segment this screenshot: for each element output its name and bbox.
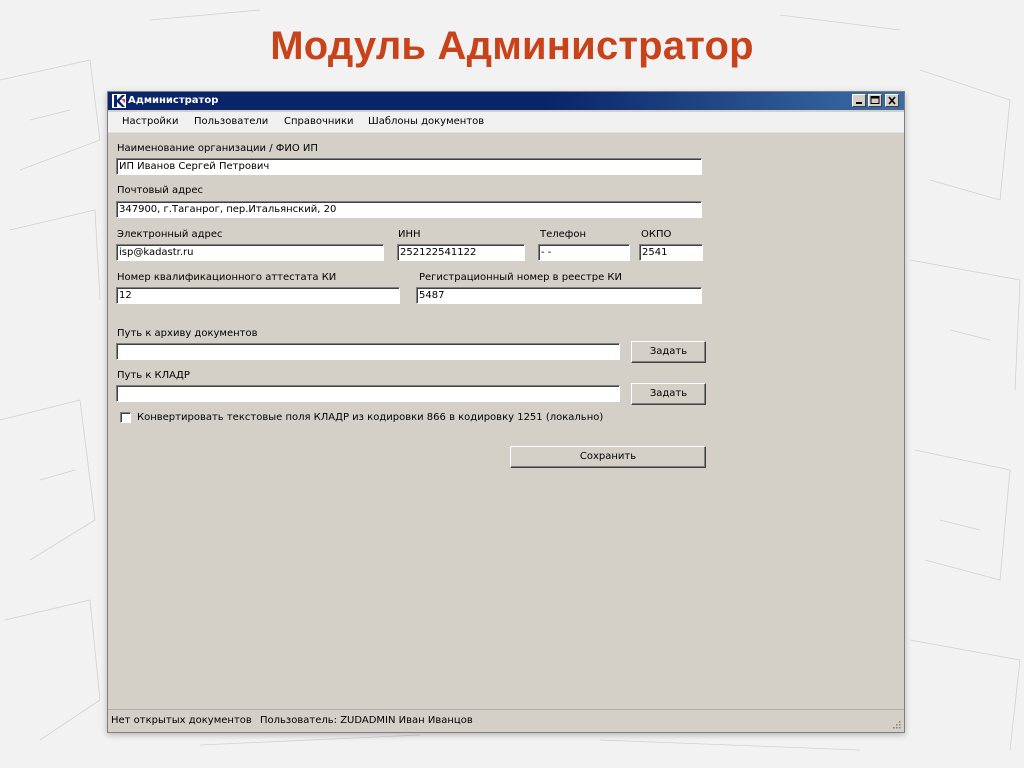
org-name-label: Наименование организации / ФИО ИП [117, 143, 318, 154]
status-user: Пользователь: ZUDADMIN Иван Иванцов [260, 715, 473, 726]
save-button[interactable]: Сохранить [510, 446, 706, 468]
set-archive-path-button[interactable]: Задать [631, 341, 706, 363]
window-titlebar[interactable]: Администратор [108, 92, 904, 110]
email-label: Электронный адрес [117, 229, 223, 240]
menu-bar: Настройки Пользователи Справочники Шабло… [108, 112, 904, 133]
postal-address-input[interactable]: 347900, г.Таганрог, пер.Итальянский, 20 [116, 201, 702, 218]
registry-number-input[interactable]: 5487 [416, 287, 702, 304]
kladr-path-label: Путь к КЛАДР [117, 370, 190, 381]
maximize-icon [870, 96, 880, 104]
okpo-input[interactable]: 2541 [639, 244, 703, 261]
close-button[interactable] [885, 94, 899, 107]
menu-users[interactable]: Пользователи [194, 116, 268, 127]
registry-number-label: Регистрационный номер в реестре КИ [419, 272, 622, 283]
archive-path-input[interactable] [116, 343, 620, 360]
maximize-button[interactable] [868, 94, 882, 107]
archive-path-label: Путь к архиву документов [117, 328, 258, 339]
admin-window: Администратор Настройки Пользователи Спр… [107, 91, 905, 733]
kladr-path-input[interactable] [116, 385, 620, 402]
close-icon [888, 96, 896, 105]
k-logo-icon [112, 94, 126, 108]
window-title: Администратор [128, 95, 219, 106]
menu-references[interactable]: Справочники [284, 116, 354, 127]
okpo-label: ОКПО [641, 229, 672, 240]
resize-grip-icon[interactable] [891, 719, 901, 729]
inn-input[interactable]: 252122541122 [397, 244, 525, 261]
certificate-label: Номер квалификационного аттестата КИ [117, 272, 337, 283]
phone-input[interactable]: - - [538, 244, 630, 261]
status-documents: Нет открытых документов [111, 715, 252, 726]
minimize-button[interactable] [852, 94, 866, 107]
slide-title: Модуль Администратор [270, 24, 754, 68]
inn-label: ИНН [398, 229, 421, 240]
email-input[interactable]: isp@kadastr.ru [116, 244, 384, 261]
minimize-icon [856, 102, 862, 104]
phone-label: Телефон [540, 229, 587, 240]
menu-document-templates[interactable]: Шаблоны документов [368, 116, 484, 127]
org-name-input[interactable]: ИП Иванов Сергей Петрович [116, 158, 702, 175]
set-kladr-path-button[interactable]: Задать [631, 383, 706, 405]
postal-address-label: Почтовый адрес [117, 185, 203, 196]
convert-encoding-label: Конвертировать текстовые поля КЛАДР из к… [137, 412, 604, 423]
convert-encoding-checkbox[interactable] [120, 412, 131, 423]
certificate-input[interactable]: 12 [116, 287, 400, 304]
menu-settings[interactable]: Настройки [122, 116, 178, 127]
status-bar: Нет открытых документов Пользователь: ZU… [108, 709, 904, 732]
